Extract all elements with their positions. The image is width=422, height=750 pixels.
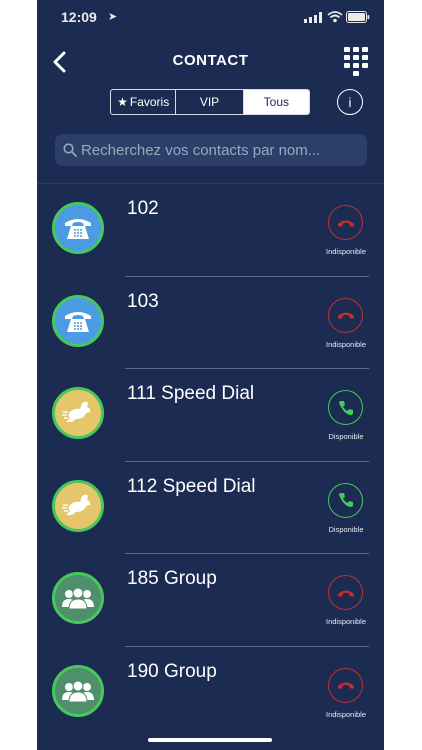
contact-row[interactable]: 102 Indisponible	[37, 184, 384, 277]
contact-name: 103	[127, 290, 159, 312]
group-icon	[62, 680, 94, 702]
tab-favoris[interactable]: ★ Favoris	[111, 90, 177, 114]
contact-name: 112 Speed Dial	[127, 475, 256, 497]
avatar	[52, 479, 104, 532]
status-time: 12:09	[61, 9, 97, 25]
battery-icon	[346, 11, 370, 23]
rabbit-icon	[62, 401, 91, 422]
contact-list: 102 Indisponible 103 Indisponible 111 Sp…	[37, 184, 384, 739]
call-button[interactable]	[328, 297, 363, 333]
call-button[interactable]	[328, 205, 363, 240]
status-bar: 12:09 ➤	[37, 0, 384, 36]
hang-up-icon	[337, 682, 354, 689]
status-label: Indisponible	[325, 709, 367, 719]
search-input[interactable]	[81, 134, 361, 166]
info-icon[interactable]: i	[337, 89, 363, 115]
search-icon	[63, 143, 77, 157]
phone-icon	[338, 400, 353, 415]
status-label: Indisponible	[325, 247, 367, 256]
contact-row[interactable]: 185 Group Indisponible	[37, 554, 384, 647]
telephone-icon	[65, 311, 91, 332]
hang-up-icon	[337, 590, 354, 596]
tab-tous[interactable]: Tous	[243, 90, 309, 114]
avatar	[52, 202, 104, 254]
signal-icon	[304, 12, 322, 23]
status-label: Indisponible	[325, 617, 367, 626]
contact-screen: 12:09 ➤ CONTACT ★ Favoris VIP Tous i Rec…	[37, 0, 384, 750]
home-indicator[interactable]	[148, 738, 272, 742]
phone-icon	[338, 493, 353, 507]
contact-name: 185 Group	[127, 568, 217, 589]
avatar	[52, 572, 104, 624]
info-label: i	[348, 94, 352, 110]
group-icon	[62, 587, 94, 610]
contact-row[interactable]: 112 Speed Dial Disponible	[37, 462, 384, 554]
tab-vip-label: VIP	[199, 95, 220, 109]
filter-segmented-control: ★ Favoris VIP Tous	[110, 89, 310, 115]
contact-row[interactable]: 111 Speed Dial Disponible	[37, 369, 384, 462]
tab-tous-label: Tous	[263, 95, 290, 109]
call-button[interactable]	[328, 667, 363, 703]
contact-row[interactable]: 103 Indisponible	[37, 277, 384, 369]
tab-vip[interactable]: VIP	[176, 90, 244, 114]
avatar	[52, 387, 104, 439]
keypad-icon[interactable]	[343, 46, 369, 76]
status-label: Disponible	[328, 432, 364, 441]
tab-favoris-label: Favoris	[129, 95, 170, 109]
hang-up-icon	[337, 220, 354, 226]
call-button[interactable]	[328, 390, 363, 425]
rabbit-icon	[62, 494, 91, 515]
contact-row[interactable]: 190 Group Indisponible	[37, 647, 384, 740]
wifi-icon	[327, 11, 343, 23]
contact-name: 190 Group	[127, 660, 217, 682]
location-icon: ➤	[108, 11, 118, 23]
avatar	[52, 664, 104, 717]
contact-name: 111 Speed Dial	[127, 383, 255, 404]
contact-name: 102	[127, 198, 159, 219]
star-icon: ★	[117, 95, 128, 109]
hang-up-icon	[337, 312, 354, 319]
call-button[interactable]	[328, 575, 363, 610]
status-label: Indisponible	[325, 339, 367, 349]
header: CONTACT	[37, 36, 384, 86]
page-title: CONTACT	[172, 52, 249, 69]
telephone-icon	[65, 219, 91, 239]
status-label: Disponible	[328, 524, 364, 534]
call-button[interactable]	[328, 482, 363, 518]
avatar	[52, 294, 104, 347]
search-bar	[55, 134, 367, 166]
